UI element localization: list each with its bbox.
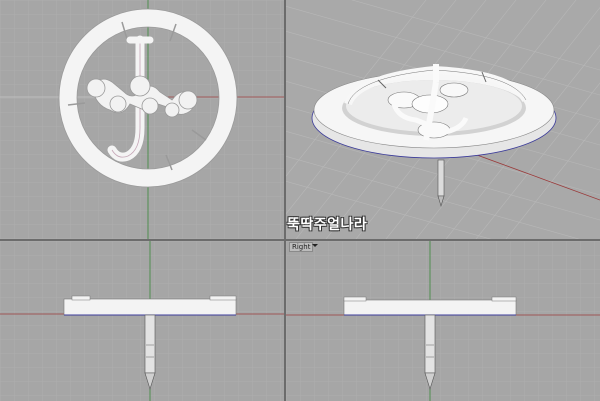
- rhino-viewport-layout: Right 뚝딱주얼나라: [0, 0, 600, 401]
- viewport-divider-horizontal[interactable]: [0, 239, 600, 241]
- perspective-view-canvas: [286, 0, 600, 239]
- chevron-down-icon[interactable]: [312, 244, 318, 247]
- viewport-right-label[interactable]: Right: [289, 242, 314, 252]
- viewport-divider-vertical[interactable]: [284, 0, 286, 401]
- viewport-right[interactable]: Right: [286, 241, 600, 401]
- viewport-top[interactable]: [0, 0, 284, 239]
- watermark-text: 뚝딱주얼나라: [287, 217, 368, 233]
- top-view-canvas: [0, 0, 284, 239]
- front-view-canvas: [0, 241, 284, 401]
- viewport-front[interactable]: [0, 241, 284, 401]
- viewport-perspective[interactable]: [286, 0, 600, 239]
- right-view-canvas: [286, 241, 600, 401]
